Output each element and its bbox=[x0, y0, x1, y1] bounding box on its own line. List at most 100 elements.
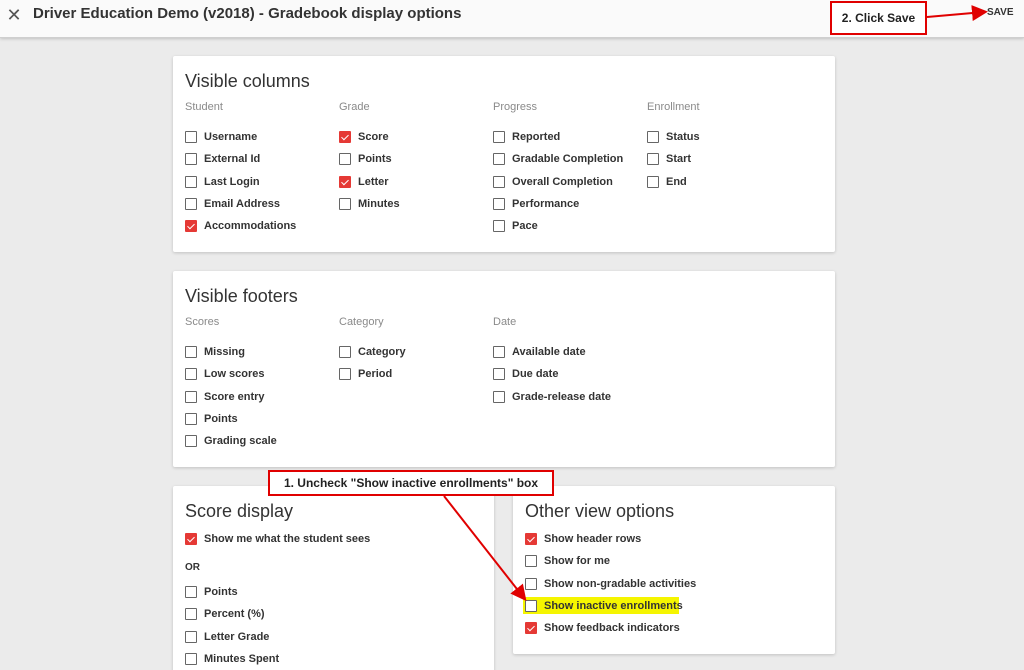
close-icon[interactable]: ✕ bbox=[4, 5, 24, 25]
checkbox-email-address[interactable]: Email Address bbox=[185, 196, 280, 212]
checkbox-label: Score entry bbox=[204, 391, 265, 403]
checkbox[interactable] bbox=[493, 176, 505, 188]
checkbox-low-scores[interactable]: Low scores bbox=[185, 366, 265, 382]
checkbox-label: Gradable Completion bbox=[512, 153, 624, 165]
checkbox-external-id[interactable]: External Id bbox=[185, 151, 260, 167]
checkbox[interactable] bbox=[493, 220, 505, 232]
checkbox[interactable] bbox=[339, 153, 351, 165]
checkbox[interactable] bbox=[185, 153, 197, 165]
checkbox-letter[interactable]: Letter bbox=[339, 174, 389, 190]
checkbox-label: Email Address bbox=[204, 198, 281, 210]
checkbox-score[interactable]: Score bbox=[339, 129, 389, 145]
checkbox-show-non-gradable[interactable]: Show non-gradable activities bbox=[525, 576, 696, 592]
checkbox-missing[interactable]: Missing bbox=[185, 344, 245, 360]
checkbox[interactable] bbox=[185, 346, 197, 358]
checkbox[interactable] bbox=[185, 533, 197, 545]
checkbox-show-feedback-indicators[interactable]: Show feedback indicators bbox=[525, 620, 680, 636]
checkbox[interactable] bbox=[493, 198, 505, 210]
checkbox-performance[interactable]: Performance bbox=[493, 196, 579, 212]
checkbox-last-login[interactable]: Last Login bbox=[185, 174, 260, 190]
checkbox-start[interactable]: Start bbox=[647, 151, 691, 167]
checkbox[interactable] bbox=[493, 131, 505, 143]
checkbox-due-date[interactable]: Due date bbox=[493, 366, 558, 382]
checkbox-gradable-completion[interactable]: Gradable Completion bbox=[493, 151, 623, 167]
checkbox[interactable] bbox=[493, 391, 505, 403]
checkbox[interactable] bbox=[185, 653, 197, 665]
checkbox-label: Show inactive enrollments bbox=[544, 600, 683, 612]
checkbox-label: Show me what the student sees bbox=[204, 533, 371, 545]
checkbox-label: Due date bbox=[512, 368, 559, 380]
checkbox-status[interactable]: Status bbox=[647, 129, 700, 145]
checkbox-display-points[interactable]: Points bbox=[185, 584, 238, 600]
checkbox[interactable] bbox=[525, 600, 537, 612]
checkbox-footer-points[interactable]: Points bbox=[185, 411, 238, 427]
checkbox[interactable] bbox=[339, 131, 351, 143]
checkbox-label: Start bbox=[666, 153, 692, 165]
score-display-title: Score display bbox=[185, 501, 294, 521]
checkbox-label: Period bbox=[358, 368, 393, 380]
other-view-options-title: Other view options bbox=[525, 501, 675, 521]
checkbox-label: Show for me bbox=[544, 555, 611, 567]
checkbox[interactable] bbox=[185, 631, 197, 643]
checkbox[interactable] bbox=[185, 368, 197, 380]
save-button[interactable]: SAVE bbox=[987, 7, 1014, 18]
checkbox[interactable] bbox=[525, 533, 537, 545]
checkbox-label: Points bbox=[358, 153, 392, 165]
checkbox-pace[interactable]: Pace bbox=[493, 218, 538, 234]
checkbox-score-entry[interactable]: Score entry bbox=[185, 389, 265, 405]
checkbox-period[interactable]: Period bbox=[339, 366, 392, 382]
checkbox[interactable] bbox=[185, 198, 197, 210]
visible-footers-card: Visible footers Scores Category Date Mis… bbox=[173, 271, 835, 467]
checkbox-display-percent[interactable]: Percent (%) bbox=[185, 606, 265, 622]
checkbox[interactable] bbox=[185, 220, 197, 232]
checkbox-label: Minutes bbox=[358, 198, 400, 210]
checkbox[interactable] bbox=[185, 435, 197, 447]
checkbox[interactable] bbox=[647, 176, 659, 188]
column-header-grade: Grade bbox=[339, 101, 370, 113]
checkbox-label: Pace bbox=[512, 220, 538, 232]
checkbox[interactable] bbox=[647, 131, 659, 143]
visible-columns-title: Visible columns bbox=[185, 71, 310, 91]
checkbox-end[interactable]: End bbox=[647, 174, 687, 190]
checkbox[interactable] bbox=[185, 413, 197, 425]
checkbox[interactable] bbox=[339, 346, 351, 358]
checkbox[interactable] bbox=[647, 153, 659, 165]
checkbox-show-inactive-enrollments[interactable]: Show inactive enrollments bbox=[525, 598, 683, 614]
checkbox-display-letter-grade[interactable]: Letter Grade bbox=[185, 629, 269, 645]
checkbox[interactable] bbox=[185, 608, 197, 620]
checkbox[interactable] bbox=[185, 586, 197, 598]
checkbox-username[interactable]: Username bbox=[185, 129, 257, 145]
checkbox-display-minutes-spent[interactable]: Minutes Spent bbox=[185, 651, 279, 667]
checkbox[interactable] bbox=[493, 368, 505, 380]
checkbox-accommodations[interactable]: Accommodations bbox=[185, 218, 296, 234]
checkbox[interactable] bbox=[339, 176, 351, 188]
checkbox-show-header-rows[interactable]: Show header rows bbox=[525, 531, 641, 547]
checkbox-label: Low scores bbox=[204, 368, 265, 380]
checkbox-category[interactable]: Category bbox=[339, 344, 406, 360]
checkbox-grade-release-date[interactable]: Grade-release date bbox=[493, 389, 611, 405]
checkbox-overall-completion[interactable]: Overall Completion bbox=[493, 174, 613, 190]
checkbox-available-date[interactable]: Available date bbox=[493, 344, 586, 360]
checkbox[interactable] bbox=[339, 368, 351, 380]
checkbox-show-for-me[interactable]: Show for me bbox=[525, 553, 610, 569]
checkbox-label: Overall Completion bbox=[512, 176, 613, 188]
checkbox[interactable] bbox=[185, 391, 197, 403]
checkbox-points[interactable]: Points bbox=[339, 151, 392, 167]
checkbox-grading-scale[interactable]: Grading scale bbox=[185, 433, 277, 449]
checkbox[interactable] bbox=[493, 346, 505, 358]
checkbox[interactable] bbox=[525, 578, 537, 590]
checkbox-minutes[interactable]: Minutes bbox=[339, 196, 400, 212]
column-header-scores: Scores bbox=[185, 316, 220, 328]
checkbox-label: Performance bbox=[512, 198, 580, 210]
score-display-card: Score display Show me what the student s… bbox=[173, 486, 494, 670]
checkbox[interactable] bbox=[525, 622, 537, 634]
checkbox-show-student-view[interactable]: Show me what the student sees bbox=[185, 531, 370, 547]
checkbox-label: Available date bbox=[512, 346, 586, 358]
checkbox[interactable] bbox=[339, 198, 351, 210]
checkbox[interactable] bbox=[525, 555, 537, 567]
checkbox[interactable] bbox=[493, 153, 505, 165]
checkbox[interactable] bbox=[185, 176, 197, 188]
checkbox[interactable] bbox=[185, 131, 197, 143]
checkbox-reported[interactable]: Reported bbox=[493, 129, 560, 145]
visible-footers-title: Visible footers bbox=[185, 286, 298, 306]
